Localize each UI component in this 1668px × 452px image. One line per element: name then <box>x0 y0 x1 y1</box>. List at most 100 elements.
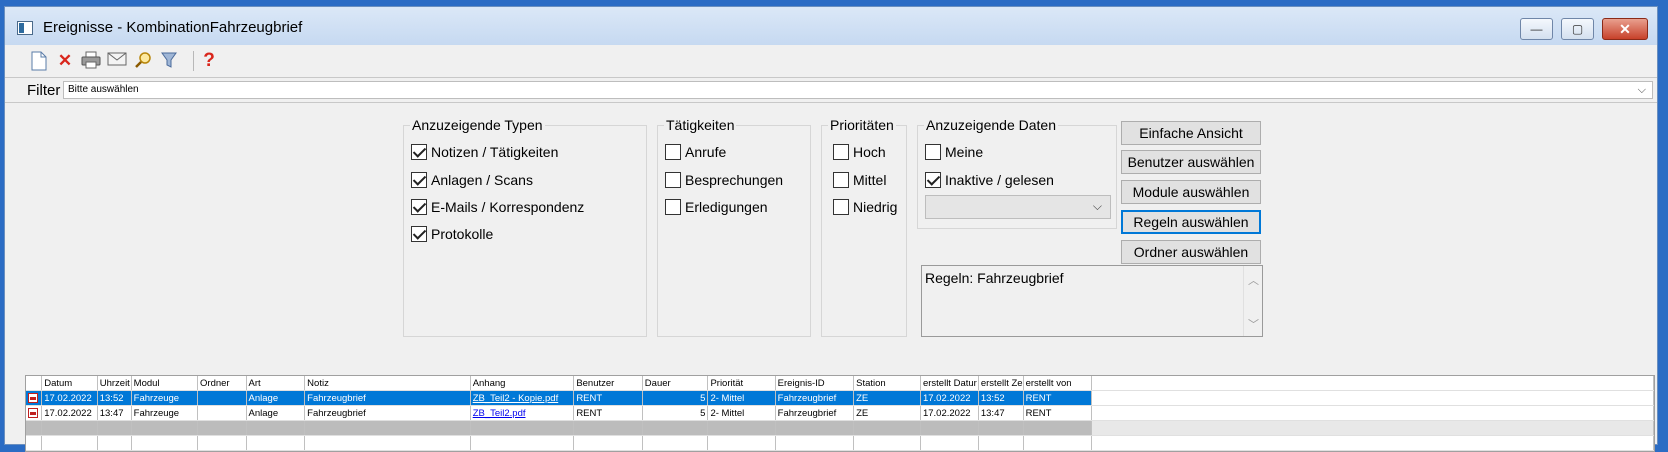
cell-station: ZE <box>853 405 921 421</box>
cell-ordner <box>197 390 247 406</box>
filter-select-value: Bitte auswählen <box>68 84 139 95</box>
column-header-erstellt-zeit[interactable]: erstellt Ze <box>978 376 1024 391</box>
checkbox-medium[interactable]: Mittel <box>833 172 886 188</box>
checkbox-label: Erledigungen <box>685 199 768 215</box>
checkbox-low[interactable]: Niedrig <box>833 199 897 215</box>
data-filter-combo[interactable]: ⌵ <box>925 195 1111 219</box>
cell-prioritaet: 2- Mittel <box>707 405 776 421</box>
checkbox-box[interactable] <box>411 172 427 188</box>
delete-icon[interactable]: ✕ <box>55 51 75 71</box>
table-header-row: Datum Uhrzeit Modul Ordner Art Notiz Anh… <box>26 376 1654 391</box>
attachment-link[interactable]: ZB_Teil2 - Kopie.pdf <box>473 393 559 404</box>
help-icon[interactable]: ? <box>199 51 219 71</box>
chevron-up-icon[interactable]: ︿ <box>1248 272 1259 288</box>
table-row-blank <box>26 435 1654 451</box>
print-icon[interactable] <box>81 51 101 71</box>
checkbox-box[interactable] <box>665 144 681 160</box>
column-header-notiz[interactable]: Notiz <box>304 376 471 391</box>
checkbox-inactive-read[interactable]: Inaktive / gelesen <box>925 172 1054 188</box>
checkbox-box[interactable] <box>665 172 681 188</box>
checkbox-box[interactable] <box>833 199 849 215</box>
column-header[interactable] <box>26 376 43 391</box>
checkbox-label: Niedrig <box>853 199 898 215</box>
priorities-legend: Prioritäten <box>830 117 894 133</box>
minimize-button[interactable]: — <box>1520 18 1553 40</box>
cell-anhang: ZB_Teil2 - Kopie.pdf <box>470 390 575 406</box>
checkbox-emails[interactable]: E-Mails / Korrespondenz <box>411 199 584 215</box>
cell-station: ZE <box>853 390 921 406</box>
checkbox-high[interactable]: Hoch <box>833 144 886 160</box>
toolbar-separator <box>193 51 194 71</box>
cell-dauer: 5 <box>642 405 709 421</box>
chevron-down-icon[interactable]: ⌵ <box>1093 199 1102 214</box>
attachment-link[interactable]: ZB_Teil2.pdf <box>473 408 526 419</box>
window-title: Ereignisse - KombinationFahrzeugbrief <box>43 19 303 36</box>
checkbox-label: Anrufe <box>685 144 727 160</box>
maximize-button[interactable]: ▢ <box>1561 18 1594 40</box>
checkbox-notes[interactable]: Notizen / Tätigkeiten <box>411 144 558 160</box>
column-header-art[interactable]: Art <box>246 376 306 391</box>
checkbox-label: Mittel <box>853 172 887 188</box>
column-header-uhrzeit[interactable]: Uhrzeit <box>97 376 132 391</box>
email-icon[interactable] <box>107 51 127 71</box>
column-header-dauer[interactable]: Dauer <box>642 376 709 391</box>
new-document-icon[interactable] <box>29 51 49 71</box>
checkbox-box[interactable] <box>833 172 849 188</box>
checkbox-mine[interactable]: Meine <box>925 144 983 160</box>
column-header-erstellt-von[interactable]: erstellt von <box>1023 376 1092 391</box>
checkbox-box[interactable] <box>665 199 681 215</box>
events-table: Datum Uhrzeit Modul Ordner Art Notiz Anh… <box>26 376 1654 451</box>
checkbox-calls[interactable]: Anrufe <box>665 144 726 160</box>
select-rules-button[interactable]: Regeln auswählen <box>1121 210 1261 234</box>
select-folders-button[interactable]: Ordner auswählen <box>1121 240 1261 264</box>
chevron-down-icon[interactable]: ⌵ <box>1638 82 1646 98</box>
filter-select[interactable]: Bitte auswählen ⌵ <box>63 81 1653 99</box>
checkbox-label: Besprechungen <box>685 172 784 188</box>
select-modules-button[interactable]: Module auswählen <box>1121 180 1261 204</box>
checkbox-box[interactable] <box>411 199 427 215</box>
checkbox-attachments[interactable]: Anlagen / Scans <box>411 172 533 188</box>
data-filter-legend: Anzuzeigende Daten <box>926 117 1056 133</box>
column-header-benutzer[interactable]: Benutzer <box>573 376 643 391</box>
checkbox-box[interactable] <box>925 144 941 160</box>
table-row-empty <box>26 420 1654 436</box>
checkbox-box[interactable] <box>411 144 427 160</box>
events-window: Ereignisse - KombinationFahrzeugbrief — … <box>4 6 1658 452</box>
table-row[interactable]: 17.02.2022 13:52 Fahrzeuge Anlage Fahrze… <box>26 390 1654 406</box>
cell-filler <box>1091 390 1654 406</box>
column-header-prioritaet[interactable]: Priorität <box>707 376 776 391</box>
column-header-ordner[interactable]: Ordner <box>197 376 247 391</box>
types-legend: Anzuzeigende Typen <box>412 117 543 133</box>
rules-textbox[interactable]: Regeln: Fahrzeugbrief ︿ ﹀ <box>921 265 1263 337</box>
cell-ereignis-id: Fahrzeugbrief <box>775 405 855 421</box>
checkbox-tasks[interactable]: Erledigungen <box>665 199 768 215</box>
column-header-erstellt-datum[interactable]: erstellt Datur <box>920 376 979 391</box>
filter-icon[interactable] <box>159 51 179 71</box>
checkbox-meetings[interactable]: Besprechungen <box>665 172 783 188</box>
column-header-anhang[interactable]: Anhang <box>470 376 575 391</box>
checkbox-label: E-Mails / Korrespondenz <box>431 199 585 215</box>
column-header-filler <box>1091 376 1654 391</box>
checkbox-label: Hoch <box>853 144 886 160</box>
cell-uhrzeit: 13:47 <box>97 405 132 421</box>
table-row[interactable]: 17.02.2022 13:47 Fahrzeuge Anlage Fahrze… <box>26 405 1654 421</box>
checkbox-box[interactable] <box>411 226 427 242</box>
chevron-down-icon[interactable]: ﹀ <box>1248 316 1259 332</box>
column-header-station[interactable]: Station <box>853 376 921 391</box>
rules-scrollbar[interactable]: ︿ ﹀ <box>1243 266 1262 336</box>
simple-view-button[interactable]: Einfache Ansicht <box>1121 121 1261 145</box>
column-header-modul[interactable]: Modul <box>131 376 199 391</box>
checkbox-box[interactable] <box>833 144 849 160</box>
column-header-ereignis-id[interactable]: Ereignis-ID <box>775 376 855 391</box>
checkbox-label: Anlagen / Scans <box>431 172 533 188</box>
checkbox-box[interactable] <box>925 172 941 188</box>
close-button[interactable]: ✕ <box>1602 18 1648 40</box>
select-users-button[interactable]: Benutzer auswählen <box>1121 150 1261 174</box>
checkbox-protocols[interactable]: Protokolle <box>411 226 493 242</box>
checkbox-label: Inaktive / gelesen <box>945 172 1054 188</box>
title-bar[interactable]: Ereignisse - KombinationFahrzeugbrief — … <box>5 7 1657 45</box>
column-header-datum[interactable]: Datum <box>41 376 98 391</box>
cell-erstellt-zeit: 13:47 <box>978 405 1024 421</box>
checkbox-label: Protokolle <box>431 226 494 242</box>
search-icon[interactable] <box>133 51 153 71</box>
